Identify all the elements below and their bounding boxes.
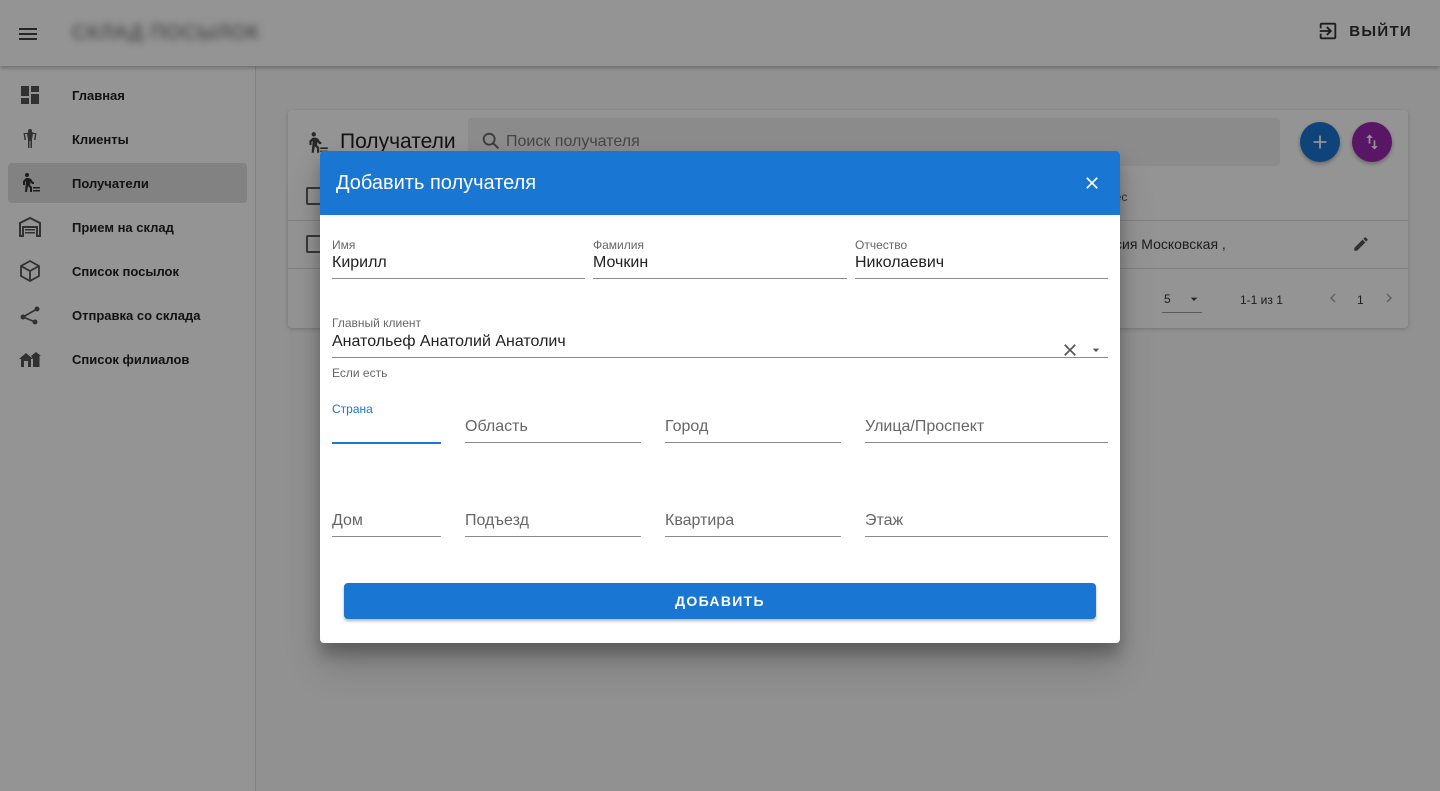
country-field[interactable]: Страна [332,402,441,444]
clear-icon[interactable] [1060,340,1080,360]
city-field[interactable] [665,402,841,443]
street-field[interactable] [865,402,1108,443]
apartment-field[interactable] [665,496,841,537]
patronymic-label: Отчество [855,238,908,252]
last-name-field[interactable]: Фамилия [593,238,847,279]
submit-button[interactable]: ДОБАВИТЬ [344,583,1096,619]
patronymic-field[interactable]: Отчество [855,238,1108,279]
last-name-input[interactable] [593,254,847,272]
first-name-label: Имя [332,238,356,252]
region-input[interactable] [465,418,641,436]
entrance-input[interactable] [465,512,641,530]
dialog-title: Добавить получателя [336,172,537,194]
street-input[interactable] [865,418,1108,436]
first-name-input[interactable] [332,254,585,272]
main-client-input[interactable] [332,333,1032,351]
house-input[interactable] [332,512,441,530]
house-field[interactable] [332,496,441,537]
city-input[interactable] [665,418,841,436]
country-input[interactable] [332,418,441,436]
patronymic-input[interactable] [855,254,1108,272]
apartment-input[interactable] [665,512,841,530]
dialog-header: Добавить получателя [320,151,1120,215]
entrance-field[interactable] [465,496,641,537]
country-label: Страна [332,402,373,416]
main-client-label: Главный клиент [332,316,422,330]
close-icon[interactable] [1082,173,1102,193]
last-name-label: Фамилия [593,238,644,252]
floor-input[interactable] [865,512,1108,530]
region-field[interactable] [465,402,641,443]
dropdown-arrow-icon[interactable] [1088,342,1104,358]
first-name-field[interactable]: Имя [332,238,585,279]
main-client-autocomplete[interactable]: Главный клиент [332,316,1108,358]
add-recipient-dialog: Добавить получателя Имя Фамилия Отчество… [320,151,1120,643]
floor-field[interactable] [865,496,1108,537]
main-client-helper-text: Если есть [332,366,388,380]
